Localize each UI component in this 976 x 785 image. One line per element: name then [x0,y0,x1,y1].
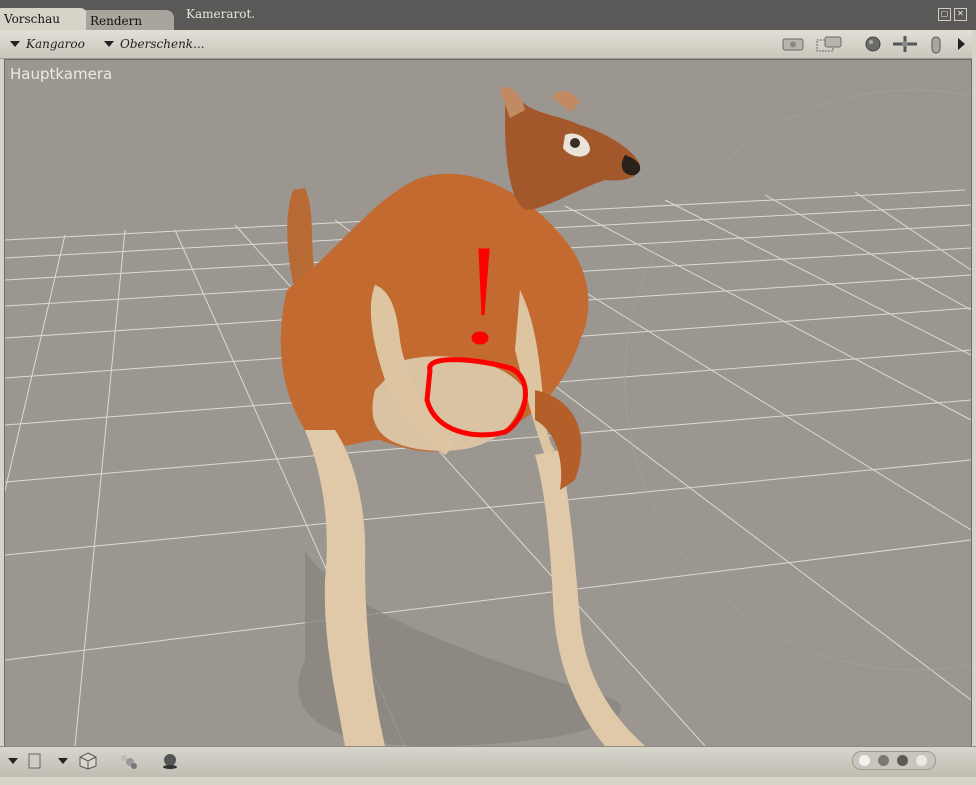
tab-rendern[interactable]: Rendern [86,10,174,30]
chevron-down-icon[interactable] [58,752,74,770]
body-part-dropdown[interactable]: Oberschenk... [104,37,205,51]
spheres-icon[interactable] [118,752,140,770]
camera-icon[interactable] [780,35,806,53]
figure-dropdown[interactable]: Kangaroo [10,37,85,51]
expand-arrow-icon[interactable] [954,35,968,53]
chevron-down-icon[interactable] [8,752,24,770]
move-cross-icon[interactable] [890,35,920,53]
render-camera-icon[interactable] [814,35,844,53]
kangaroo-figure[interactable] [280,86,645,746]
chevron-down-icon [10,41,20,47]
mode-dot-2[interactable] [878,755,889,766]
tab-vorschau[interactable]: Vorschau [0,8,88,30]
box-icon[interactable] [28,752,42,770]
mode-dot-3[interactable] [897,755,908,766]
viewport-toolbar: Kangaroo Oberschenk... [0,30,976,59]
3d-viewport[interactable]: Hauptkamera [4,59,972,747]
camera-label[interactable]: Hauptkamera [10,65,112,83]
window-title: Kamerarot. [186,7,256,21]
cube-icon[interactable] [78,752,98,770]
viewport-window: Vorschau Rendern Kamerarot. ▢ ✕ Kangaroo… [0,0,976,785]
window-edge [972,30,976,776]
body-part-dropdown-label: Oberschenk... [120,37,205,51]
mode-dot-4[interactable] [916,755,927,766]
close-icon[interactable]: ✕ [954,8,967,21]
light-ball-icon[interactable] [160,752,180,770]
chevron-down-icon [104,41,114,47]
bottom-toolbar [0,746,976,777]
figure-dropdown-label: Kangaroo [26,37,85,51]
mode-dot-1[interactable] [859,755,870,766]
display-mode-selector[interactable] [852,751,936,770]
scene-canvas [5,86,971,746]
hand-icon[interactable] [928,35,944,54]
tab-bar: Vorschau Rendern Kamerarot. ▢ ✕ [0,0,976,30]
maximize-icon[interactable]: ▢ [938,8,951,21]
trackball-icon[interactable] [862,35,884,53]
trackball-guide [624,89,971,671]
